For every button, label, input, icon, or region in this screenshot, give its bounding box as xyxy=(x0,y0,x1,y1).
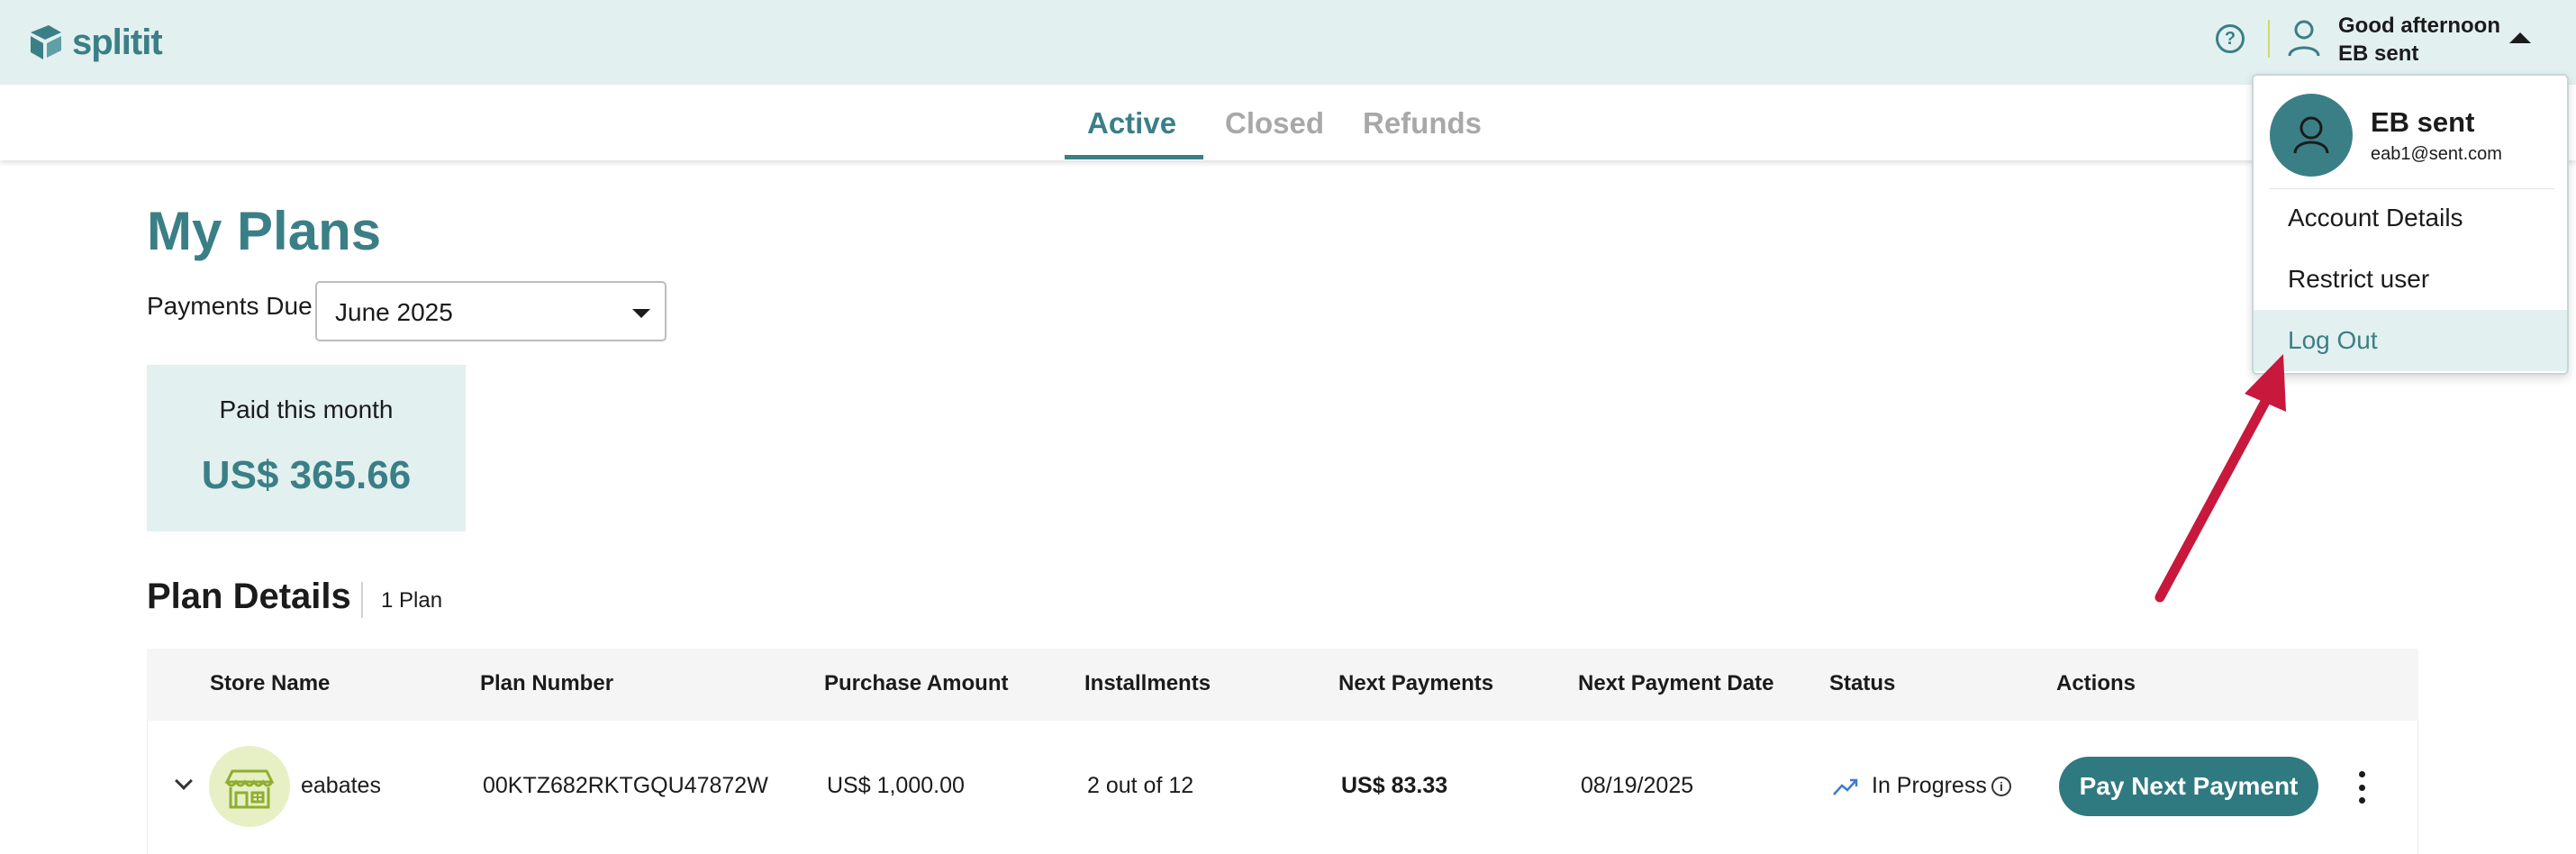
column-header-next-payments: Next Payments xyxy=(1338,671,1494,695)
plan-count: 1 Plan xyxy=(381,588,443,613)
logo-text: splitit xyxy=(72,22,163,62)
splitit-logo[interactable]: splitit xyxy=(27,16,163,68)
paid-this-month-value: US$ 365.66 xyxy=(201,453,412,497)
pay-next-payment-button[interactable]: Pay Next Payment xyxy=(2059,757,2318,816)
paid-this-month-card: Paid this month US$ 365.66 xyxy=(147,365,466,531)
user-greeting[interactable]: Good afternoon EB sent xyxy=(2338,12,2500,68)
header-divider xyxy=(2268,20,2270,58)
page-title: My Plans xyxy=(147,201,382,261)
payments-due-select[interactable]: June 2025 xyxy=(315,281,667,341)
caret-down-icon xyxy=(632,309,650,318)
tab-refunds[interactable]: Refunds xyxy=(1363,106,1482,141)
menu-item-account-details[interactable]: Account Details xyxy=(2254,187,2567,249)
menu-item-restrict-user[interactable]: Restrict user xyxy=(2254,249,2567,310)
help-icon[interactable]: ? xyxy=(2216,24,2245,53)
active-tab-indicator xyxy=(1065,155,1203,159)
column-header-plan-number: Plan Number xyxy=(480,671,614,695)
greeting-user-name: EB sent xyxy=(2338,41,2419,66)
menu-user-email: eab1@sent.com xyxy=(2371,144,2502,164)
tab-active[interactable]: Active xyxy=(1087,106,1176,141)
user-menu-dropdown: EB sent eab1@sent.com Account Details Re… xyxy=(2252,74,2569,375)
menu-item-log-out[interactable]: Log Out xyxy=(2254,310,2567,371)
info-icon[interactable]: i xyxy=(1991,777,2011,796)
plan-details-divider xyxy=(361,582,363,618)
column-header-store-name: Store Name xyxy=(210,671,331,695)
greeting-text: Good afternoon xyxy=(2338,14,2500,38)
table-row: eabates 00KTZ682RKTGQU47872W US$ 1,000.0… xyxy=(147,721,2418,854)
kebab-menu-icon[interactable] xyxy=(2357,771,2366,804)
purchase-amount: US$ 1,000.00 xyxy=(827,773,965,798)
chevron-down-icon[interactable] xyxy=(175,772,193,790)
status-text: In Progress xyxy=(1872,773,1987,798)
user-icon[interactable] xyxy=(2286,18,2322,59)
menu-user-name: EB sent xyxy=(2371,106,2475,138)
column-header-installments: Installments xyxy=(1084,671,1211,695)
store-name: eabates xyxy=(301,773,381,798)
plans-table-header: Store Name Plan Number Purchase Amount I… xyxy=(147,649,2418,721)
caret-up-icon[interactable] xyxy=(2509,32,2531,43)
plan-tabs: Active Closed Refunds xyxy=(0,85,2576,160)
splitit-logo-icon xyxy=(31,25,61,59)
next-payment-amount: US$ 83.33 xyxy=(1341,773,1448,798)
trending-up-icon xyxy=(1833,778,1858,795)
top-header: splitit ? Good afternoon EB sent xyxy=(0,0,2576,85)
installments: 2 out of 12 xyxy=(1087,773,1194,798)
paid-this-month-label: Paid this month xyxy=(219,395,394,423)
payments-due-value: June 2025 xyxy=(335,298,453,326)
column-header-status: Status xyxy=(1829,671,1896,695)
column-header-next-payment-date: Next Payment Date xyxy=(1578,671,1774,695)
column-header-actions: Actions xyxy=(2056,671,2136,695)
tab-closed[interactable]: Closed xyxy=(1225,106,1324,141)
payments-due-label: Payments Due xyxy=(147,292,313,320)
store-icon xyxy=(209,746,290,827)
next-payment-date: 08/19/2025 xyxy=(1581,773,1694,798)
column-header-purchase-amount: Purchase Amount xyxy=(824,671,1009,695)
annotation-arrow-icon xyxy=(2154,354,2286,603)
plan-details-title: Plan Details xyxy=(147,577,351,616)
avatar-icon xyxy=(2270,94,2353,177)
plan-number[interactable]: 00KTZ682RKTGQU47872W xyxy=(483,773,768,799)
